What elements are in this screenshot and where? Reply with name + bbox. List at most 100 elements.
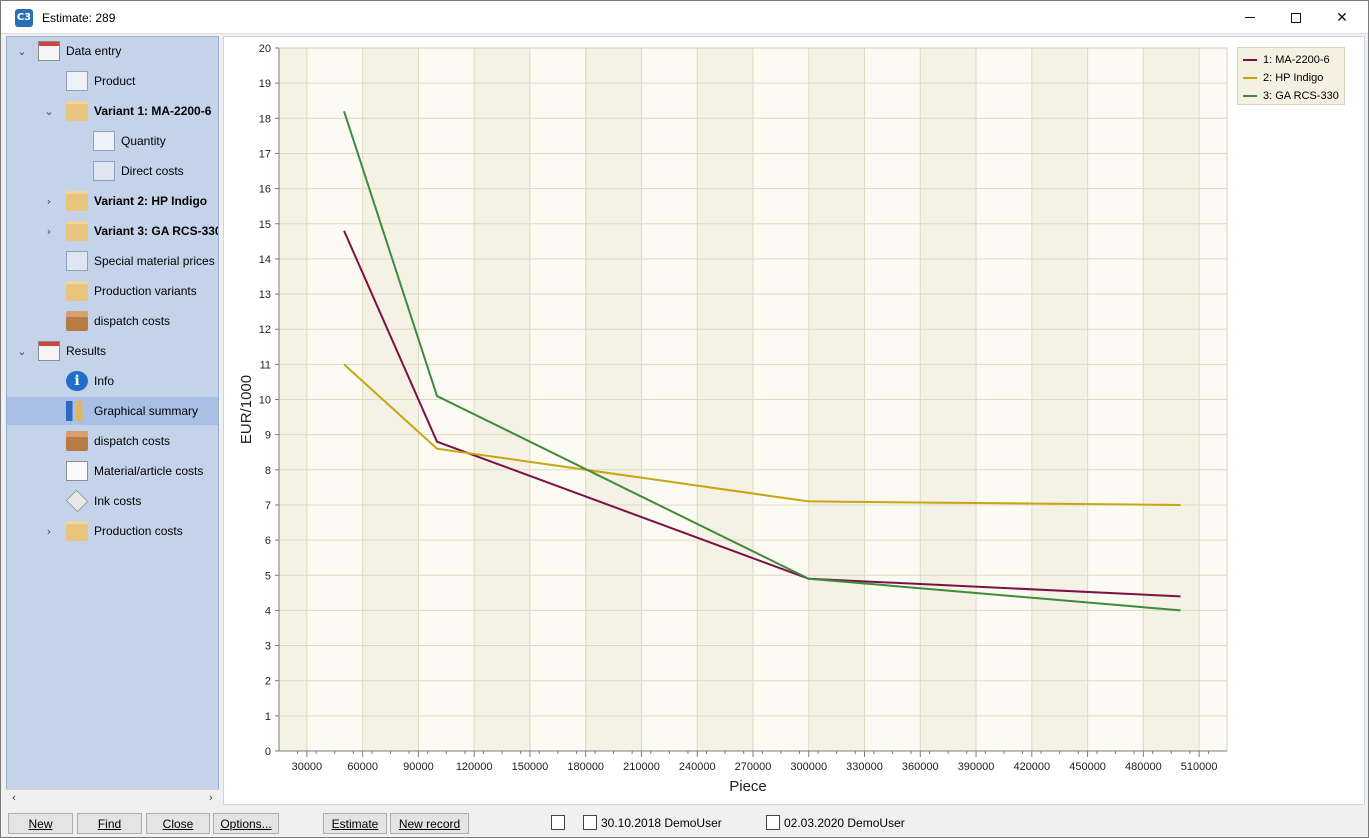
y-tick-label: 12 bbox=[259, 324, 271, 336]
sidebar-item-direct-costs[interactable]: Direct costs bbox=[7, 157, 218, 185]
x-tick-label: 480000 bbox=[1125, 761, 1162, 773]
scroll-right-icon[interactable]: › bbox=[203, 790, 219, 806]
y-tick-label: 17 bbox=[259, 148, 271, 160]
y-tick-label: 2 bbox=[265, 676, 271, 688]
modified-info: 02.03.2020 DemoUser bbox=[766, 815, 905, 830]
sidebar-item-info[interactable]: i Info bbox=[7, 367, 218, 395]
chevron-right-icon[interactable]: › bbox=[43, 525, 55, 538]
sidebar-item-label: dispatch costs bbox=[94, 314, 171, 328]
created-text: 30.10.2018 DemoUser bbox=[601, 815, 722, 830]
notes-indicator[interactable] bbox=[551, 815, 569, 830]
folder-icon bbox=[66, 521, 88, 541]
y-tick-label: 11 bbox=[260, 359, 271, 371]
graphical-summary-chart: 0 1 2 3 4 5 6 7 8 9 10 11 12 13 14 15 16 17 18 19 20 30000 600… bbox=[223, 36, 1365, 805]
sidebar-item-label: Special material prices bbox=[94, 254, 215, 268]
y-tick-label: 20 bbox=[259, 43, 271, 55]
sidebar-item-variant-3-ga-rcs-330[interactable]: › Variant 3: GA RCS-330 bbox=[7, 217, 218, 245]
chart-legend: 1: MA-2200-6 2: HP Indigo 3: GA RCS-330 bbox=[1237, 47, 1345, 105]
sidebar-item-graphical-summary[interactable]: Graphical summary bbox=[7, 397, 218, 425]
window-title: Estimate: 289 bbox=[42, 11, 116, 25]
calculator-icon bbox=[66, 251, 88, 271]
minimize-button[interactable] bbox=[1227, 1, 1273, 34]
close-window-button[interactable]: ✕ bbox=[1319, 1, 1365, 34]
chevron-down-icon[interactable]: ⌄ bbox=[16, 345, 28, 358]
legend-item-series-3: 3: GA RCS-330 bbox=[1243, 87, 1339, 105]
box-icon bbox=[66, 311, 88, 331]
estimate-button[interactable]: Estimate bbox=[323, 813, 387, 834]
x-tick-label: 390000 bbox=[958, 761, 995, 773]
created-info: 30.10.2018 DemoUser bbox=[583, 815, 722, 830]
box-icon bbox=[66, 431, 88, 451]
sidebar-item-label: Material/article costs bbox=[94, 464, 204, 478]
legend-label: 3: GA RCS-330 bbox=[1263, 90, 1339, 102]
options-button[interactable]: Options... bbox=[213, 813, 279, 834]
legend-swatch bbox=[1243, 59, 1257, 61]
sidebar-item-label: Variant 1: MA-2200-6 bbox=[94, 104, 212, 118]
sidebar-item-label: Variant 3: GA RCS-330 bbox=[94, 224, 219, 238]
sidebar-item-quantity[interactable]: Quantity bbox=[7, 127, 218, 155]
close-button[interactable]: Close bbox=[146, 813, 210, 834]
sidebar-item-production-costs[interactable]: › Production costs bbox=[7, 517, 218, 545]
chevron-right-icon[interactable]: › bbox=[43, 195, 55, 208]
x-tick-label: 360000 bbox=[902, 761, 939, 773]
sidebar-item-label: Production costs bbox=[94, 524, 183, 538]
chevron-right-icon[interactable]: › bbox=[43, 225, 55, 238]
y-tick-label: 10 bbox=[259, 395, 271, 407]
y-tick-label: 5 bbox=[265, 570, 271, 582]
y-tick-label: 18 bbox=[259, 113, 271, 125]
sidebar-item-label: Variant 2: HP Indigo bbox=[94, 194, 208, 208]
y-tick-label: 7 bbox=[265, 500, 271, 512]
maximize-button[interactable] bbox=[1273, 1, 1319, 34]
chevron-down-icon[interactable]: ⌄ bbox=[16, 45, 28, 58]
legend-swatch bbox=[1243, 77, 1257, 79]
x-tick-label: 450000 bbox=[1069, 761, 1106, 773]
sidebar-item-label: Graphical summary bbox=[94, 404, 199, 418]
sidebar-item-variant-1-ma-2200-6[interactable]: ⌄ Variant 1: MA-2200-6 bbox=[7, 97, 218, 125]
x-tick-label: 150000 bbox=[512, 761, 549, 773]
scroll-left-icon[interactable]: ‹ bbox=[6, 790, 22, 806]
x-tick-label: 120000 bbox=[456, 761, 493, 773]
new-record-button[interactable]: New record bbox=[390, 813, 469, 834]
minimize-icon bbox=[1245, 17, 1255, 18]
x-tick-label: 270000 bbox=[735, 761, 772, 773]
sidebar-item-production-variants[interactable]: Production variants bbox=[7, 277, 218, 305]
find-button[interactable]: Find bbox=[77, 813, 142, 834]
sidebar-item-label: Info bbox=[94, 374, 115, 388]
x-tick-label: 330000 bbox=[846, 761, 883, 773]
x-tick-label: 240000 bbox=[679, 761, 716, 773]
title-bar[interactable]: C3 Estimate: 289 ✕ bbox=[1, 1, 1368, 34]
sidebar-item-results[interactable]: ⌄ Results bbox=[7, 337, 218, 365]
x-tick-label: 420000 bbox=[1013, 761, 1050, 773]
sidebar-item-material-article-costs[interactable]: Material/article costs bbox=[7, 457, 218, 485]
sidebar-item-special-material-prices[interactable]: Special material prices bbox=[7, 247, 218, 275]
estimate-window: C3 Estimate: 289 ✕ ⌄ Data entry Product ⌄ Va… bbox=[0, 0, 1369, 838]
sidebar-item-label: Quantity bbox=[121, 134, 166, 148]
x-tick-label: 300000 bbox=[790, 761, 827, 773]
window-icon bbox=[38, 41, 60, 61]
sidebar-item-dispatch-costs[interactable]: dispatch costs bbox=[7, 427, 218, 455]
sidebar-item-dispatch-costs[interactable]: dispatch costs bbox=[7, 307, 218, 335]
info-icon: i bbox=[66, 371, 88, 391]
sidebar-item-data-entry[interactable]: ⌄ Data entry bbox=[7, 37, 218, 65]
y-tick-label: 16 bbox=[259, 184, 271, 196]
y-tick-label: 14 bbox=[259, 254, 271, 266]
folder-icon bbox=[66, 221, 88, 241]
app-logo-icon: C3 bbox=[15, 9, 33, 27]
product-icon bbox=[66, 71, 88, 91]
chart-icon bbox=[66, 401, 88, 421]
folder-icon bbox=[66, 101, 88, 121]
new-button[interactable]: New bbox=[8, 813, 73, 834]
sidebar-item-product[interactable]: Product bbox=[7, 67, 218, 95]
calculator-icon bbox=[93, 161, 115, 181]
sidebar-item-variant-2-hp-indigo[interactable]: › Variant 2: HP Indigo bbox=[7, 187, 218, 215]
tree-horizontal-scrollbar[interactable]: ‹ › bbox=[6, 789, 219, 805]
modified-icon bbox=[766, 815, 780, 830]
y-tick-label: 19 bbox=[259, 78, 271, 90]
legend-item-series-1: 1: MA-2200-6 bbox=[1243, 51, 1330, 69]
navigation-tree[interactable]: ⌄ Data entry Product ⌄ Variant 1: MA-2200-6 Q… bbox=[6, 36, 219, 805]
sidebar-item-ink-costs[interactable]: Ink costs bbox=[7, 487, 218, 515]
y-tick-label: 0 bbox=[265, 746, 271, 758]
chevron-down-icon[interactable]: ⌄ bbox=[43, 105, 55, 118]
status-bar: New Find Close Options... Estimate New r… bbox=[1, 810, 1368, 837]
sidebar-item-label: Production variants bbox=[94, 284, 197, 298]
